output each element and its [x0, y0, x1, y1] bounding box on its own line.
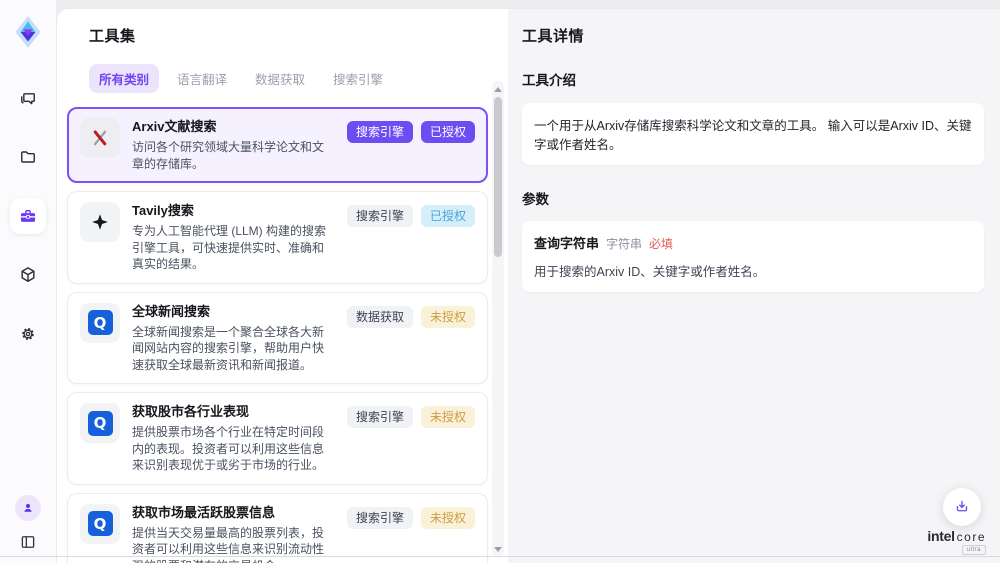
chat-icon[interactable] — [10, 80, 46, 116]
category-tab-2[interactable]: 语言翻译 — [167, 64, 237, 93]
tool-name: Arxiv文献搜索 — [132, 118, 335, 136]
tool-name: 获取股市各行业表现 — [132, 403, 335, 421]
cube-icon[interactable] — [10, 257, 46, 293]
star-icon — [80, 202, 120, 242]
params-list: 查询字符串 字符串 必填 用于搜索的Arxiv ID、关键字或作者姓名。 — [522, 221, 984, 292]
tool-description: 专为人工智能代理 (LLM) 构建的搜索引擎工具，可快速提供实时、准确和真实的结… — [132, 223, 335, 273]
tool-name: Tavily搜索 — [132, 202, 335, 220]
params-heading: 参数 — [522, 188, 984, 208]
window-bottom-edge — [0, 556, 1000, 557]
brand-core: core — [957, 531, 986, 543]
tool-detail-section: 工具详情 工具介绍 一个用于从Arxiv存储库搜索科学论文和文章的工具。 输入可… — [508, 9, 1000, 563]
left-rail — [0, 0, 56, 563]
param-name: 查询字符串 — [534, 233, 599, 252]
arxiv-icon — [80, 118, 120, 158]
category-tab-4[interactable]: 搜索引擎 — [323, 64, 393, 93]
intro-card: 一个用于从Arxiv存储库搜索科学论文和文章的工具。 输入可以是Arxiv ID… — [522, 103, 984, 165]
side-panel-icon[interactable] — [19, 533, 37, 551]
blue-q-icon: Q — [80, 504, 120, 544]
download-icon — [953, 498, 971, 516]
user-avatar-icon[interactable] — [15, 495, 41, 521]
category-badge: 数据获取 — [347, 306, 413, 328]
tool-description: 提供当天交易量最高的股票列表，投资者可以利用这些信息来识别流动性强的股票和潜在的… — [132, 525, 335, 563]
rail-bottom — [15, 495, 41, 551]
auth-status-badge: 未授权 — [421, 507, 475, 529]
app-logo — [13, 14, 43, 50]
folder-icon[interactable] — [10, 139, 46, 175]
blue-q-icon: Q — [80, 403, 120, 443]
auth-status-badge: 未授权 — [421, 306, 475, 328]
scrollbar-thumb[interactable] — [494, 97, 502, 257]
rail-nav — [10, 80, 46, 352]
tool-name: 获取市场最活跃股票信息 — [132, 504, 335, 522]
brand-intel: intel — [927, 529, 954, 543]
detail-title: 工具详情 — [522, 25, 984, 46]
auth-status-badge: 未授权 — [421, 406, 475, 428]
main-panel: 工具集 所有类别语言翻译数据获取搜索引擎 Arxiv文献搜索 访问各个研究领域大… — [56, 8, 1000, 563]
intel-core-logo: intel core ultra — [927, 529, 986, 555]
download-button[interactable] — [943, 488, 981, 526]
intro-heading: 工具介绍 — [522, 69, 984, 89]
category-tab-1[interactable]: 所有类别 — [89, 64, 159, 93]
category-badge: 搜索引擎 — [347, 507, 413, 529]
blue-q-icon: Q — [80, 303, 120, 343]
list-scrollbar[interactable] — [492, 81, 504, 557]
category-badge: 搜索引擎 — [347, 406, 413, 428]
param-required-flag: 必填 — [649, 235, 673, 252]
tool-card[interactable]: Q 获取股市各行业表现 提供股票市场各个行业在特定时间段内的表现。投资者可以利用… — [67, 392, 488, 485]
auth-status-badge: 已授权 — [421, 121, 475, 143]
param-description: 用于搜索的Arxiv ID、关键字或作者姓名。 — [534, 261, 972, 280]
tool-card[interactable]: Arxiv文献搜索 访问各个研究领域大量科学论文和文章的存储库。 搜索引擎 已授… — [67, 107, 488, 183]
tool-name: 全球新闻搜索 — [132, 303, 335, 321]
page-title: 工具集 — [89, 25, 488, 46]
tool-card[interactable]: Q 全球新闻搜索 全球新闻搜索是一个聚合全球各大新闻网站内容的搜索引擎，帮助用户… — [67, 292, 488, 385]
tool-card-list: Arxiv文献搜索 访问各个研究领域大量科学论文和文章的存储库。 搜索引擎 已授… — [67, 107, 488, 563]
toolbox-icon[interactable] — [10, 198, 46, 234]
scroll-down-arrow-icon[interactable] — [492, 543, 504, 555]
param-card: 查询字符串 字符串 必填 用于搜索的Arxiv ID、关键字或作者姓名。 — [522, 221, 984, 292]
tool-list-section: 工具集 所有类别语言翻译数据获取搜索引擎 Arxiv文献搜索 访问各个研究领域大… — [57, 9, 508, 563]
category-badge: 搜索引擎 — [347, 121, 413, 143]
tool-card[interactable]: Tavily搜索 专为人工智能代理 (LLM) 构建的搜索引擎工具，可快速提供实… — [67, 191, 488, 284]
category-tab-3[interactable]: 数据获取 — [245, 64, 315, 93]
category-badge: 搜索引擎 — [347, 205, 413, 227]
auth-status-badge: 已授权 — [421, 205, 475, 227]
category-tabs: 所有类别语言翻译数据获取搜索引擎 — [89, 64, 488, 93]
gear-icon[interactable] — [10, 316, 46, 352]
brand-ultra-badge: ultra — [962, 545, 986, 555]
param-type: 字符串 — [606, 235, 642, 252]
tool-description: 访问各个研究领域大量科学论文和文章的存储库。 — [132, 139, 335, 172]
tool-description: 全球新闻搜索是一个聚合全球各大新闻网站内容的搜索引擎，帮助用户快速获取全球最新资… — [132, 324, 335, 374]
scroll-up-arrow-icon[interactable] — [492, 83, 504, 95]
tool-description: 提供股票市场各个行业在特定时间段内的表现。投资者可以利用这些信息来识别表现优于或… — [132, 424, 335, 474]
tool-card[interactable]: Q 获取市场最活跃股票信息 提供当天交易量最高的股票列表，投资者可以利用这些信息… — [67, 493, 488, 563]
